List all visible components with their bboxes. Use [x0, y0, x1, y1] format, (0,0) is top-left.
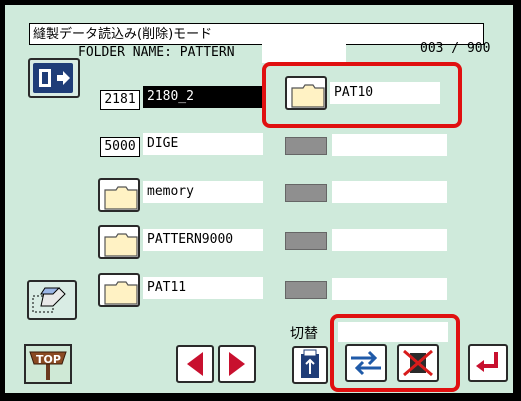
screen-title: 縫製データ読込み(削除)モード [33, 27, 213, 42]
folder-button[interactable] [285, 76, 327, 110]
empty-slot [285, 137, 327, 155]
folder-button[interactable] [98, 273, 140, 307]
swap-button[interactable] [345, 344, 387, 382]
list-item-id[interactable]: 5000 [100, 137, 140, 157]
left-arrow-icon [187, 352, 203, 376]
usb-icon [33, 63, 73, 93]
usb-drive-icon [301, 349, 319, 378]
previous-page-button[interactable] [176, 345, 214, 383]
empty-field [332, 134, 447, 156]
folder-icon [104, 186, 138, 210]
empty-field [332, 181, 447, 203]
empty-slot [285, 281, 327, 299]
empty-slot [285, 232, 327, 250]
list-item-name[interactable]: PAT11 [143, 277, 263, 299]
folder-name-field [262, 43, 346, 63]
page-counter: 003 / 900 [420, 41, 491, 56]
list-item-name[interactable]: PATTERN9000 [143, 229, 263, 251]
folder-icon [104, 281, 138, 305]
empty-field [332, 278, 447, 300]
delete-mode-button[interactable] [27, 280, 77, 320]
list-item-name[interactable]: PAT10 [330, 82, 440, 104]
top-button[interactable]: TOP [24, 344, 72, 384]
top-label: TOP [36, 353, 61, 366]
list-item-name[interactable]: 2180_2 [143, 86, 263, 108]
folder-button[interactable] [98, 178, 140, 212]
list-item-id[interactable]: 2181 [100, 90, 140, 110]
return-icon [476, 352, 498, 372]
next-page-button[interactable] [218, 345, 256, 383]
list-item-name[interactable]: memory [143, 181, 263, 203]
usb-switch-button[interactable] [292, 346, 328, 384]
list-item-name[interactable]: DIGE [143, 133, 263, 155]
switch-label: 切替 [290, 326, 318, 342]
delete-memory-button[interactable] [397, 344, 439, 382]
screen: 縫製データ読込み(削除)モード 003 / 900 FOLDER NAME: P… [0, 0, 521, 401]
folder-icon [104, 233, 138, 257]
right-arrow-icon [229, 352, 245, 376]
return-button[interactable] [468, 344, 508, 382]
eraser-icon [32, 287, 66, 313]
usb-media-button[interactable] [28, 58, 80, 98]
memory-delete-icon [403, 349, 433, 377]
swap-arrows-icon [351, 350, 381, 376]
folder-icon [291, 84, 325, 108]
folder-button[interactable] [98, 225, 140, 259]
folder-name-label: FOLDER NAME: PATTERN [78, 45, 235, 60]
empty-field [332, 229, 447, 251]
empty-slot [285, 184, 327, 202]
